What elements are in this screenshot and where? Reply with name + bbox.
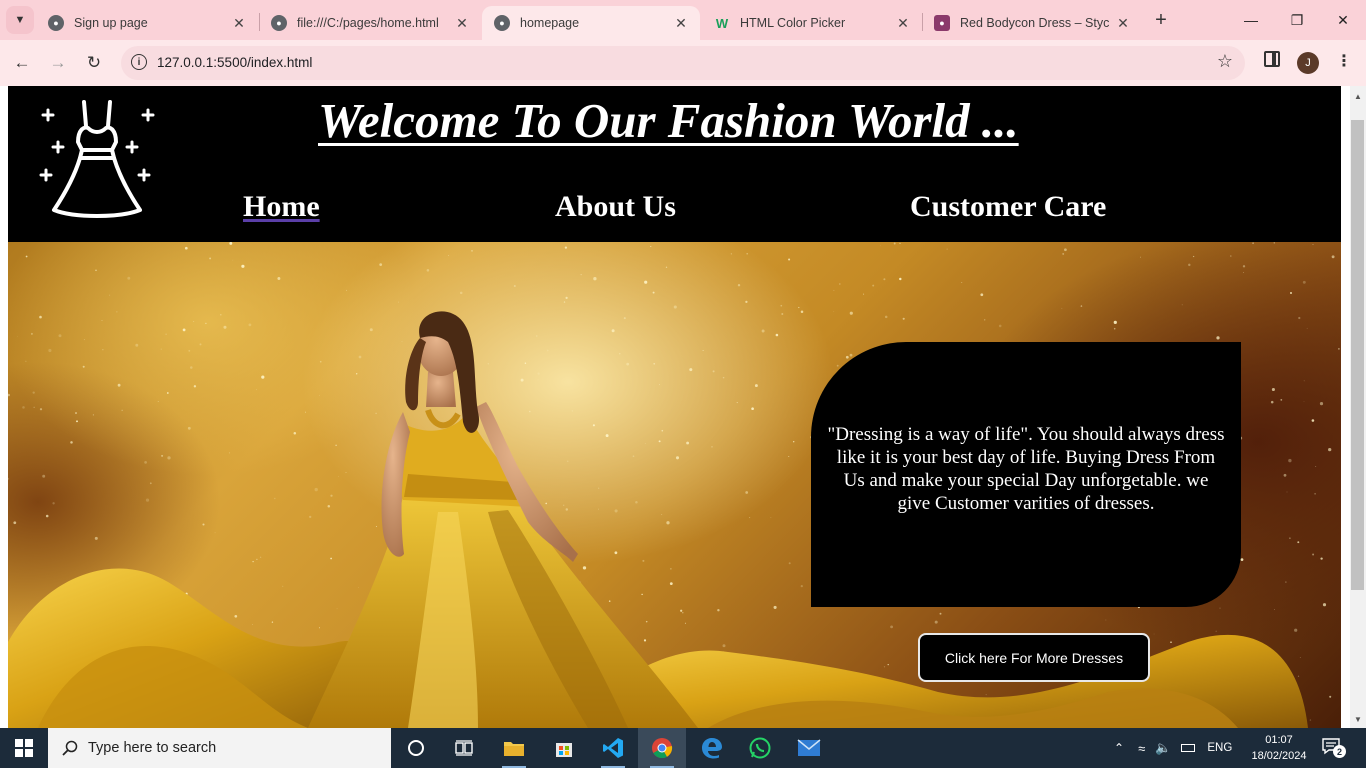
edge-icon <box>702 738 722 759</box>
folder-icon <box>504 742 524 756</box>
tab-title: homepage <box>520 16 580 30</box>
quote-card: "Dressing is a way of life". You should … <box>811 342 1241 607</box>
new-tab-button[interactable]: + <box>1150 9 1172 31</box>
dress-logo-icon <box>39 100 155 218</box>
restore-icon: ❐ <box>1290 11 1304 28</box>
whatsapp-button[interactable] <box>736 728 784 768</box>
windows-taskbar: Type here to search ⌃ ≈ 🔈 ENG 01:07 18/0… <box>0 728 1366 768</box>
edge-button[interactable] <box>688 728 736 768</box>
page-viewport: Welcome To Our Fashion World ... Home Ab… <box>0 86 1366 728</box>
taskbar-clock[interactable]: 01:07 18/02/2024 <box>1248 732 1310 764</box>
reload-button[interactable]: ↻ <box>80 49 108 77</box>
wifi-icon[interactable]: ≈ <box>1138 741 1145 756</box>
menu-kebab-icon[interactable]: ⋮ <box>1336 51 1352 71</box>
chevron-up-icon[interactable]: ⌃ <box>1114 741 1124 755</box>
volume-icon[interactable]: 🔈 <box>1155 740 1171 756</box>
minimize-button[interactable]: — <box>1228 6 1274 34</box>
forward-button[interactable]: → <box>44 49 72 77</box>
vscode-button[interactable] <box>589 728 637 768</box>
globe-icon: ● <box>48 15 64 31</box>
avatar[interactable]: J <box>1297 52 1319 74</box>
clock-time: 01:07 <box>1265 734 1293 746</box>
more-dresses-button[interactable]: Click here For More Dresses <box>918 633 1150 682</box>
side-panel-icon[interactable] <box>1264 51 1280 67</box>
chevron-down-icon: ▼ <box>14 14 26 26</box>
chrome-button[interactable] <box>638 728 686 768</box>
browser-toolbar: ← → ↻ i 127.0.0.1:5500/index.html ☆ J ⋮ <box>0 40 1366 86</box>
back-button[interactable]: ← <box>8 49 36 77</box>
battery-icon[interactable] <box>1181 744 1196 752</box>
store-bag-icon <box>556 743 572 757</box>
whatsapp-icon <box>749 737 771 759</box>
mail-button[interactable] <box>785 728 833 768</box>
close-icon[interactable]: ✕ <box>453 14 471 32</box>
plus-icon: + <box>1155 8 1167 31</box>
close-icon[interactable]: ✕ <box>230 14 248 32</box>
close-icon[interactable]: ✕ <box>894 14 912 32</box>
nav-customer-care-link[interactable]: Customer Care <box>910 190 1106 224</box>
close-icon: ✕ <box>1337 11 1349 28</box>
bookmark-star-icon[interactable]: ☆ <box>1217 51 1233 72</box>
task-view-icon <box>455 740 473 756</box>
tab-title: file:///C:/pages/home.html <box>297 16 439 30</box>
scrollbar-thumb[interactable] <box>1351 120 1364 590</box>
windows-logo-icon <box>15 739 33 757</box>
notification-count-badge: 2 <box>1333 745 1346 758</box>
page-content: Welcome To Our Fashion World ... Home Ab… <box>8 86 1341 728</box>
store-icon: ● <box>934 15 950 31</box>
tab-red-bodycon-dress[interactable]: ● Red Bodycon Dress – Styche ✕ <box>922 6 1142 40</box>
tab-sign-up[interactable]: ● Sign up page ✕ <box>36 6 258 40</box>
start-button[interactable] <box>0 728 48 768</box>
system-tray: ⌃ ≈ 🔈 ENG <box>1114 728 1232 768</box>
scroll-up-arrow-icon[interactable]: ▲ <box>1354 92 1362 101</box>
task-view-button[interactable] <box>440 728 488 768</box>
tab-homepage[interactable]: ● homepage ✕ <box>482 6 700 40</box>
tab-title: Sign up page <box>74 16 148 30</box>
notification-center-button[interactable]: 2 <box>1322 738 1346 758</box>
close-icon[interactable]: ✕ <box>672 14 690 32</box>
file-explorer-button[interactable] <box>490 728 538 768</box>
restore-button[interactable]: ❐ <box>1274 6 1320 34</box>
reload-icon: ↻ <box>86 53 102 72</box>
cortana-button[interactable] <box>392 728 440 768</box>
clock-date: 18/02/2024 <box>1251 750 1307 762</box>
mail-icon <box>797 739 821 756</box>
microsoft-store-button[interactable] <box>540 728 588 768</box>
tab-home-file[interactable]: ● file:///C:/pages/home.html ✕ <box>259 6 481 40</box>
cortana-circle-icon <box>408 740 424 756</box>
tab-strip: ▼ ● Sign up page ✕ ● file:///C:/pages/ho… <box>0 0 1366 40</box>
tab-title: Red Bodycon Dress – Styche <box>960 16 1110 30</box>
scroll-down-arrow-icon[interactable]: ▼ <box>1354 715 1362 724</box>
globe-icon: ● <box>271 15 287 31</box>
vscode-icon <box>603 738 623 758</box>
page-scrollbar[interactable]: ▲ ▼ <box>1350 86 1366 728</box>
minimize-icon: — <box>1244 12 1258 28</box>
site-header: Welcome To Our Fashion World ... Home Ab… <box>8 86 1341 242</box>
w3schools-icon: W <box>715 15 729 31</box>
page-title: Welcome To Our Fashion World ... <box>318 93 1019 148</box>
tab-title: HTML Color Picker <box>740 16 846 30</box>
quote-text: "Dressing is a way of life". You should … <box>827 423 1225 514</box>
close-window-button[interactable]: ✕ <box>1320 6 1366 34</box>
hero-banner: "Dressing is a way of life". You should … <box>8 242 1341 728</box>
arrow-right-icon: → <box>49 53 67 72</box>
info-icon[interactable]: i <box>131 54 147 70</box>
tab-search-button[interactable]: ▼ <box>6 6 34 34</box>
nav-home-link[interactable]: Home <box>243 190 320 224</box>
chrome-icon <box>652 738 673 759</box>
close-icon[interactable]: ✕ <box>1114 14 1132 32</box>
language-indicator[interactable]: ENG <box>1207 742 1232 754</box>
address-bar[interactable]: i 127.0.0.1:5500/index.html ☆ <box>121 46 1245 80</box>
url-text[interactable]: 127.0.0.1:5500/index.html <box>157 55 312 70</box>
search-icon <box>62 740 78 756</box>
globe-icon: ● <box>494 15 510 31</box>
taskbar-search-input[interactable]: Type here to search <box>48 728 391 768</box>
tab-html-color-picker[interactable]: W HTML Color Picker ✕ <box>702 6 922 40</box>
arrow-left-icon: ← <box>13 53 31 72</box>
search-placeholder: Type here to search <box>88 740 217 756</box>
nav-about-us-link[interactable]: About Us <box>555 190 676 224</box>
